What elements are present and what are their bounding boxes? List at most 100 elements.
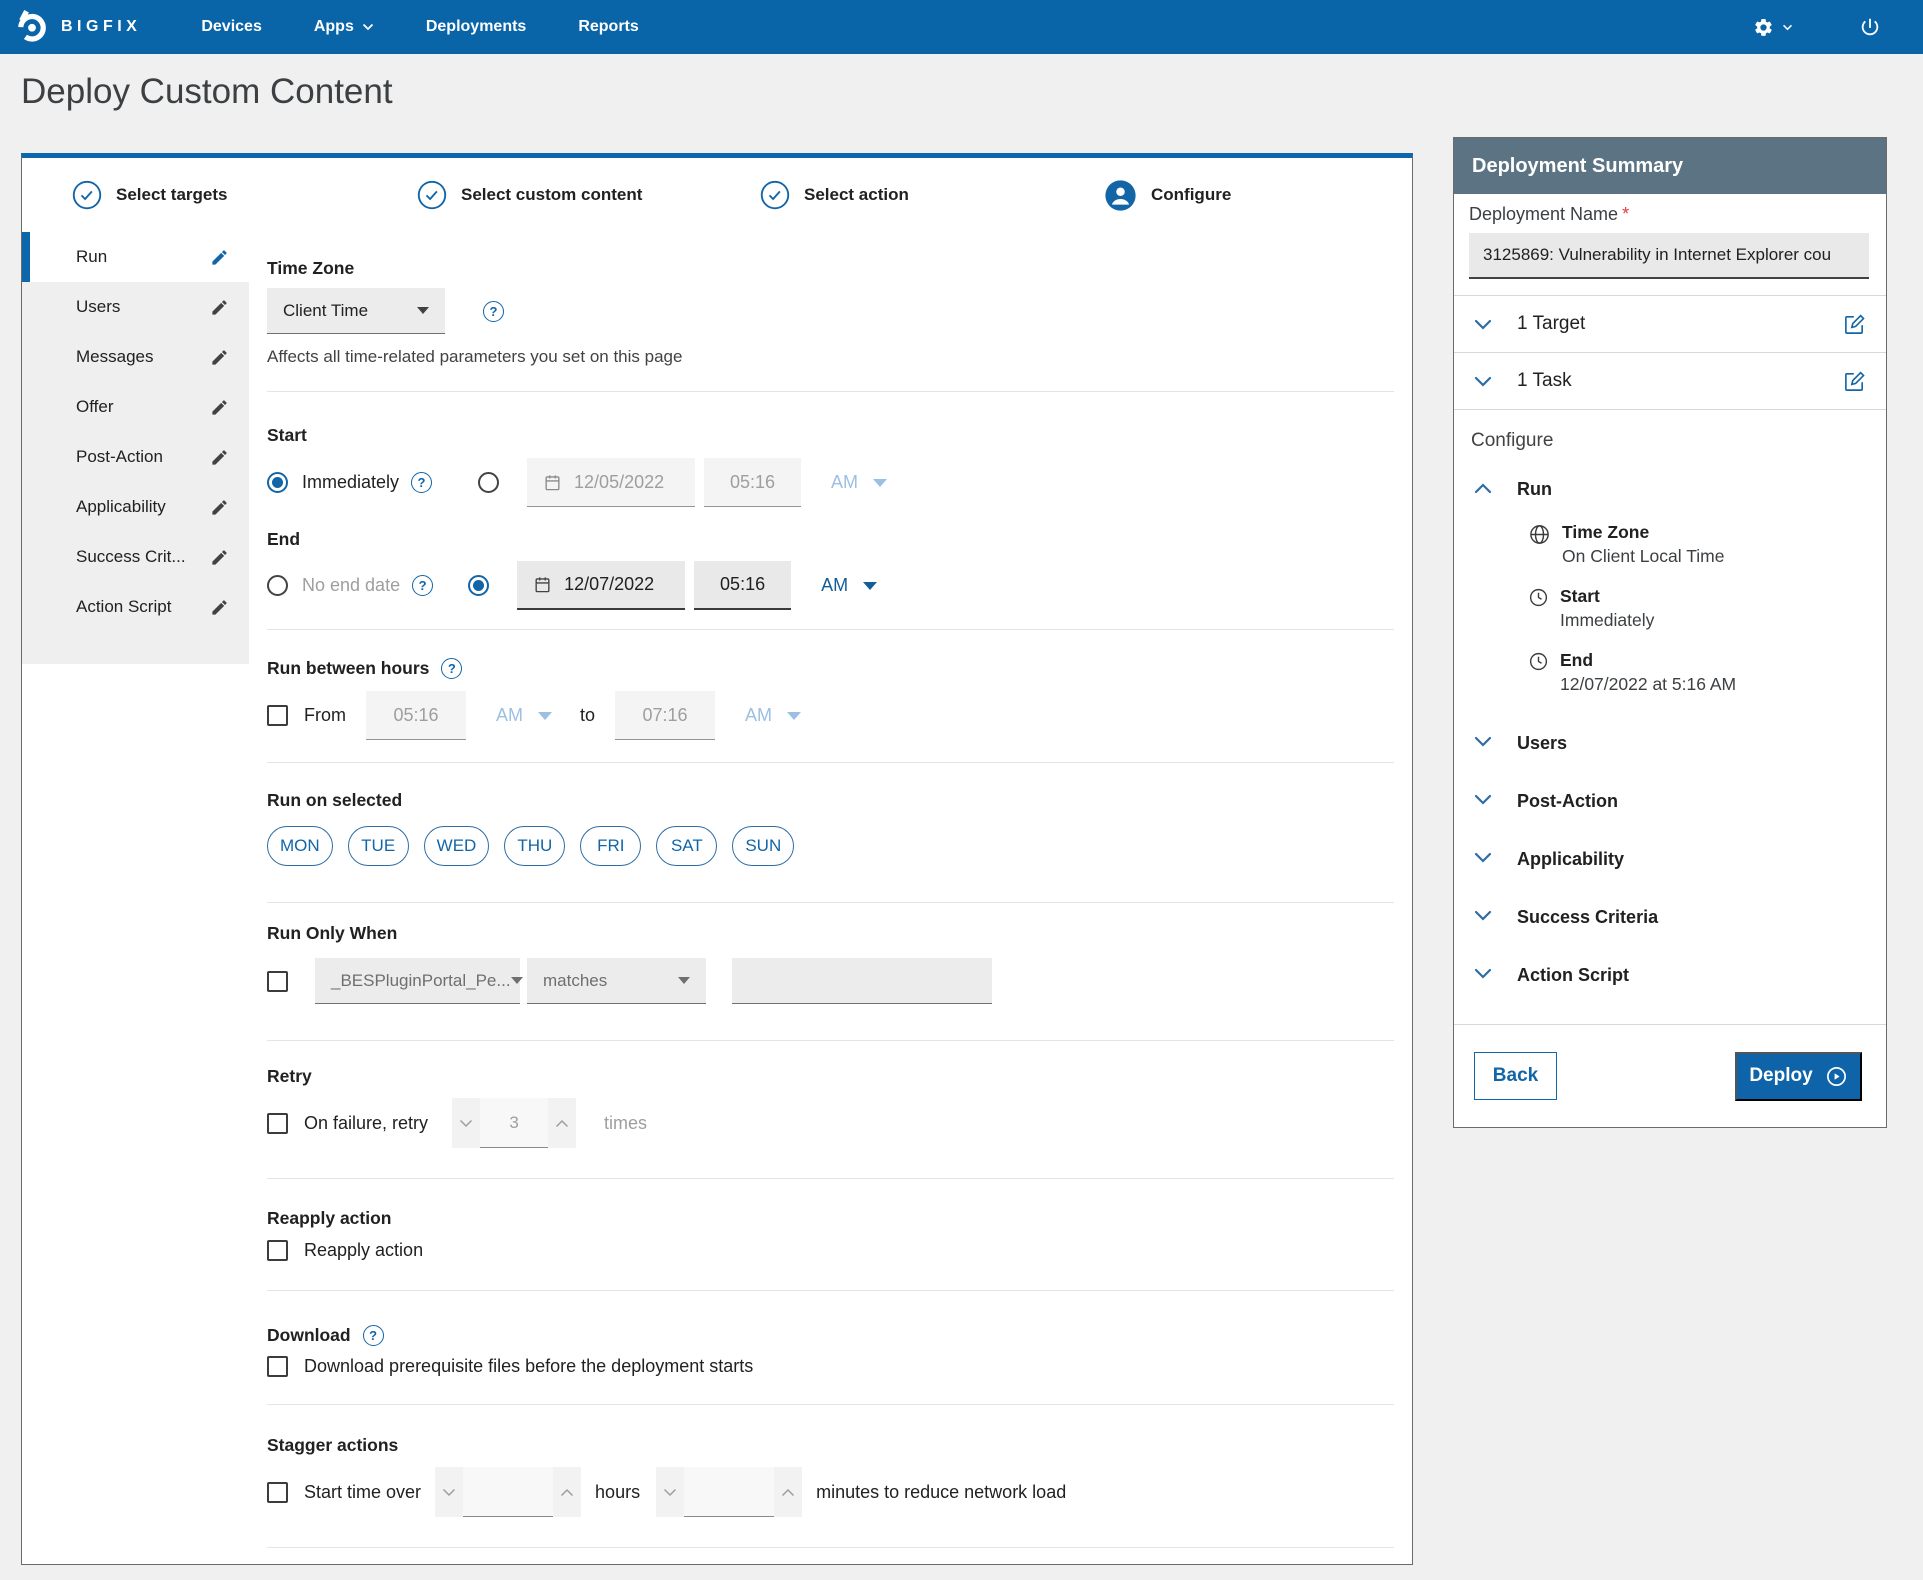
step-select-custom-content[interactable]: Select custom content — [417, 158, 642, 232]
nav-item-apps[interactable]: Apps — [314, 18, 374, 36]
stagger-actions-label-text: Stagger actions — [267, 1435, 398, 1456]
pencil-icon[interactable] — [210, 398, 229, 417]
summary-users-accordion[interactable]: Users — [1454, 714, 1886, 772]
dropdown-caret-icon — [678, 977, 690, 984]
nav-menu: Devices Apps Deployments Reports — [201, 18, 638, 36]
deployment-summary-header: Deployment Summary — [1454, 138, 1886, 194]
run-only-when-checkbox[interactable] — [267, 971, 288, 992]
help-icon[interactable] — [411, 472, 432, 493]
deploy-button-label: Deploy — [1749, 1065, 1812, 1087]
summary-action-script-accordion[interactable]: Action Script — [1454, 946, 1886, 1004]
retry-checkbox[interactable] — [267, 1113, 288, 1134]
day-pill-thu[interactable]: THU — [504, 826, 565, 866]
pencil-icon[interactable] — [210, 298, 229, 317]
settings-menu-button[interactable] — [1753, 17, 1793, 38]
start-on-date-radio[interactable] — [478, 472, 499, 493]
summary-post-action-accordion[interactable]: Post-Action — [1454, 772, 1886, 830]
section-run-between-hours: Run between hours From 05:16 AM to 07:16 — [267, 630, 1394, 763]
property-select: _BESPluginPortal_Pe... — [315, 958, 520, 1004]
section-reapply-action: Reapply action Reapply action — [267, 1179, 1394, 1291]
day-pill-sat[interactable]: SAT — [656, 826, 717, 866]
start-meridiem-value: AM — [831, 472, 858, 493]
section-run-on-selected: Run on selected MON TUE WED THU FRI SAT … — [267, 763, 1394, 903]
chevron-up-icon — [555, 1119, 569, 1128]
pencil-icon[interactable] — [210, 548, 229, 567]
chevron-down-icon — [459, 1119, 473, 1128]
time-zone-select[interactable]: Client Time — [267, 288, 445, 334]
sidebar-item-applicability[interactable]: Applicability — [22, 482, 249, 532]
reapply-action-checkbox[interactable] — [267, 1240, 288, 1261]
day-pill-sun[interactable]: SUN — [732, 826, 794, 866]
detail-title: Time Zone — [1562, 522, 1724, 543]
person-circle-icon — [1104, 179, 1137, 212]
download-prerequisite-checkbox[interactable] — [267, 1356, 288, 1377]
sidebar-filler — [22, 632, 249, 664]
pencil-icon[interactable] — [210, 248, 229, 267]
summary-success-criteria-accordion[interactable]: Success Criteria — [1454, 888, 1886, 946]
pencil-icon[interactable] — [210, 598, 229, 617]
required-marker: * — [1622, 204, 1629, 224]
pencil-icon[interactable] — [210, 348, 229, 367]
detail-title: End — [1560, 650, 1736, 671]
nav-item-deployments[interactable]: Deployments — [426, 18, 526, 36]
edit-tasks-icon[interactable] — [1843, 370, 1866, 393]
logout-power-button[interactable] — [1859, 16, 1881, 38]
operator-value: matches — [543, 971, 607, 991]
help-icon[interactable] — [441, 658, 462, 679]
end-time-input[interactable]: 05:16 — [694, 561, 791, 610]
nav-item-reports[interactable]: Reports — [578, 18, 638, 36]
step-select-targets[interactable]: Select targets — [72, 158, 228, 232]
chevron-down-icon[interactable] — [1474, 376, 1492, 387]
end-meridiem-select[interactable]: AM — [821, 575, 877, 596]
pencil-icon[interactable] — [210, 498, 229, 517]
bigfix-logo-icon — [14, 9, 50, 45]
page-title: Deploy Custom Content — [21, 72, 393, 112]
end-on-date-radio[interactable] — [468, 575, 489, 596]
sidebar-item-label: Offer — [76, 397, 210, 417]
help-icon[interactable] — [363, 1325, 384, 1346]
bigfix-logo[interactable]: BIGFIX — [14, 9, 141, 45]
summary-run-accordion[interactable]: Run — [1454, 479, 1886, 500]
run-between-hours-checkbox[interactable] — [267, 705, 288, 726]
help-icon[interactable] — [412, 575, 433, 596]
day-pill-fri[interactable]: FRI — [580, 826, 641, 866]
day-pill-wed[interactable]: WED — [424, 826, 490, 866]
tasks-summary-row[interactable]: 1 Task — [1454, 353, 1886, 410]
end-date-input[interactable]: 12/07/2022 — [517, 561, 685, 610]
play-circle-icon — [1825, 1065, 1848, 1088]
sidebar-item-post-action[interactable]: Post-Action — [22, 432, 249, 482]
chevron-down-icon[interactable] — [1474, 319, 1492, 330]
dropdown-caret-icon — [863, 582, 877, 590]
step-select-action[interactable]: Select action — [760, 158, 909, 232]
accordion-label: Applicability — [1517, 849, 1624, 870]
deploy-button[interactable]: Deploy — [1735, 1052, 1862, 1101]
pencil-icon[interactable] — [210, 448, 229, 467]
end-label: End — [267, 529, 1394, 550]
summary-applicability-accordion[interactable]: Applicability — [1454, 830, 1886, 888]
no-end-date-radio[interactable] — [267, 575, 288, 596]
back-button[interactable]: Back — [1474, 1052, 1557, 1100]
help-icon[interactable] — [483, 301, 504, 322]
sidebar-item-messages[interactable]: Messages — [22, 332, 249, 382]
stagger-actions-checkbox[interactable] — [267, 1482, 288, 1503]
sidebar-item-users[interactable]: Users — [22, 282, 249, 332]
edit-targets-icon[interactable] — [1843, 313, 1866, 336]
sidebar-item-success-criteria[interactable]: Success Crit... — [22, 532, 249, 582]
nav-item-devices[interactable]: Devices — [201, 18, 262, 36]
run-detail-time-zone: Time Zone On Client Local Time — [1528, 522, 1886, 567]
chevron-down-icon — [1782, 24, 1793, 31]
day-pill-mon[interactable]: MON — [267, 826, 333, 866]
summary-run-label: Run — [1517, 479, 1552, 500]
deployment-name-input[interactable]: 3125869: Vulnerability in Internet Explo… — [1469, 233, 1869, 279]
step-configure[interactable]: Configure — [1104, 158, 1231, 232]
sidebar-item-offer[interactable]: Offer — [22, 382, 249, 432]
sidebar-item-run[interactable]: Run — [22, 232, 249, 282]
day-pill-tue[interactable]: TUE — [348, 826, 409, 866]
download-label-text: Download — [267, 1325, 351, 1346]
targets-summary-row[interactable]: 1 Target — [1454, 296, 1886, 353]
stepper-decrement-button — [656, 1467, 684, 1517]
sidebar-item-action-script[interactable]: Action Script — [22, 582, 249, 632]
accordion-label: Success Criteria — [1517, 907, 1658, 928]
start-immediately-radio[interactable] — [267, 472, 288, 493]
stagger-suffix-label: minutes to reduce network load — [816, 1482, 1066, 1503]
